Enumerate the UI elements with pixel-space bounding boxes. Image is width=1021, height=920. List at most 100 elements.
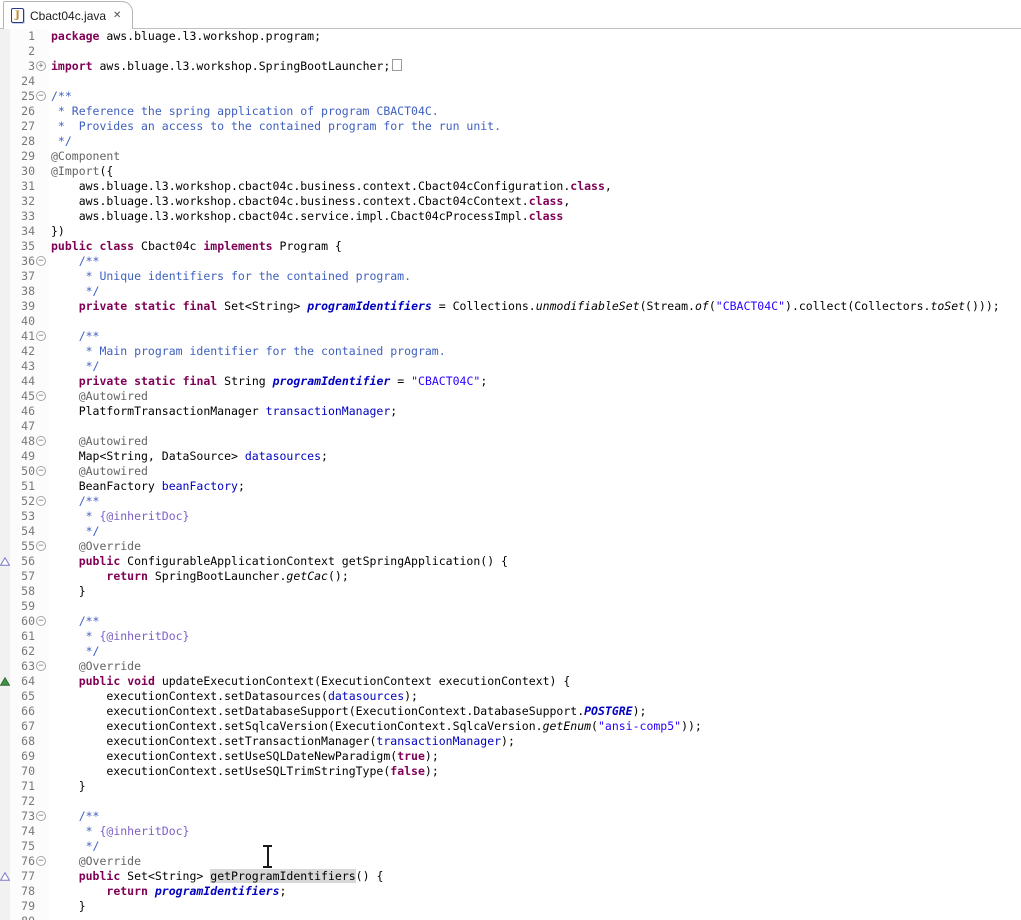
code-line[interactable]: package aws.bluage.l3.workshop.program; bbox=[49, 29, 321, 44]
line-number[interactable]: 54 bbox=[10, 524, 35, 539]
line-number[interactable]: 80 bbox=[10, 914, 35, 920]
code-line[interactable]: aws.bluage.l3.workshop.cbact04c.service.… bbox=[49, 209, 563, 224]
tab-close-icon[interactable]: ✕ bbox=[112, 10, 122, 21]
code-line[interactable]: return SpringBootLauncher.getCac(); bbox=[49, 569, 349, 584]
code-line[interactable]: * Provides an access to the contained pr… bbox=[49, 119, 501, 134]
line-number[interactable]: 29 bbox=[10, 149, 35, 164]
code-line[interactable]: aws.bluage.l3.workshop.cbact04c.business… bbox=[49, 179, 612, 194]
code-line[interactable]: import aws.bluage.l3.workshop.SpringBoot… bbox=[49, 59, 402, 74]
code-line[interactable]: public Set<String> getProgramIdentifiers… bbox=[49, 869, 383, 884]
line-number[interactable]: 36 bbox=[10, 254, 35, 269]
code-line[interactable]: */ bbox=[49, 524, 99, 539]
line-number[interactable]: 34 bbox=[10, 224, 35, 239]
line-number[interactable]: 46 bbox=[10, 404, 35, 419]
line-number[interactable]: 27 bbox=[10, 119, 35, 134]
line-number[interactable]: 65 bbox=[10, 689, 35, 704]
line-number[interactable]: 32 bbox=[10, 194, 35, 209]
line-number[interactable]: 73 bbox=[10, 809, 35, 824]
line-number[interactable]: 56 bbox=[10, 554, 35, 569]
line-number[interactable]: 57 bbox=[10, 569, 35, 584]
fold-collapse-icon[interactable]: − bbox=[36, 466, 46, 476]
line-number[interactable]: 53 bbox=[10, 509, 35, 524]
code-line[interactable]: executionContext.setTransactionManager(t… bbox=[49, 734, 515, 749]
line-number[interactable]: 35 bbox=[10, 239, 35, 254]
code-line[interactable]: /** bbox=[49, 254, 99, 269]
line-number[interactable]: 28 bbox=[10, 134, 35, 149]
fold-collapse-icon[interactable]: − bbox=[36, 91, 46, 101]
line-number[interactable]: 50 bbox=[10, 464, 35, 479]
line-number[interactable]: 3 bbox=[10, 59, 35, 74]
editor[interactable]: 1 package aws.bluage.l3.workshop.program;… bbox=[0, 29, 1021, 920]
code-line[interactable] bbox=[49, 44, 51, 59]
code-line[interactable]: public class Cbact04c implements Program… bbox=[49, 239, 342, 254]
code-line[interactable]: executionContext.setDatabaseSupport(Exec… bbox=[49, 704, 646, 719]
line-number[interactable]: 52 bbox=[10, 494, 35, 509]
fold-collapse-icon[interactable]: − bbox=[36, 331, 46, 341]
code-line[interactable]: @Override bbox=[49, 659, 141, 674]
code-line[interactable] bbox=[49, 599, 51, 614]
code-line[interactable] bbox=[49, 419, 51, 434]
line-number[interactable]: 79 bbox=[10, 899, 35, 914]
line-number[interactable]: 63 bbox=[10, 659, 35, 674]
code-line[interactable]: @Override bbox=[49, 854, 141, 869]
code-line[interactable] bbox=[49, 794, 51, 809]
line-number[interactable]: 51 bbox=[10, 479, 35, 494]
code-line[interactable]: executionContext.setUseSQLTrimStringType… bbox=[49, 764, 439, 779]
line-number[interactable]: 47 bbox=[10, 419, 35, 434]
line-number[interactable]: 59 bbox=[10, 599, 35, 614]
code-line[interactable]: /** bbox=[49, 494, 99, 509]
code-line[interactable]: private static final String programIdent… bbox=[49, 374, 487, 389]
code-line[interactable]: @Autowired bbox=[49, 464, 148, 479]
line-number[interactable]: 44 bbox=[10, 374, 35, 389]
line-number[interactable]: 70 bbox=[10, 764, 35, 779]
line-number[interactable]: 25 bbox=[10, 89, 35, 104]
line-number[interactable]: 72 bbox=[10, 794, 35, 809]
line-number[interactable]: 40 bbox=[10, 314, 35, 329]
line-number[interactable]: 38 bbox=[10, 284, 35, 299]
fold-collapse-icon[interactable]: − bbox=[36, 496, 46, 506]
code-line[interactable]: */ bbox=[49, 359, 99, 374]
code-line[interactable]: return programIdentifiers; bbox=[49, 884, 286, 899]
code-line[interactable]: BeanFactory beanFactory; bbox=[49, 479, 245, 494]
code-line[interactable]: executionContext.setDatasources(datasour… bbox=[49, 689, 418, 704]
code-line[interactable]: * Unique identifiers for the contained p… bbox=[49, 269, 411, 284]
code-line[interactable]: public void updateExecutionContext(Execu… bbox=[49, 674, 570, 689]
line-number[interactable]: 67 bbox=[10, 719, 35, 734]
code-line[interactable]: */ bbox=[49, 134, 72, 149]
line-number[interactable]: 30 bbox=[10, 164, 35, 179]
line-number[interactable]: 26 bbox=[10, 104, 35, 119]
line-number[interactable]: 61 bbox=[10, 629, 35, 644]
code-line[interactable]: @Import({ bbox=[49, 164, 113, 179]
code-line[interactable]: /** bbox=[49, 329, 99, 344]
code-line[interactable] bbox=[49, 74, 51, 89]
code-line[interactable]: private static final Set<String> program… bbox=[49, 299, 1000, 314]
code-line[interactable]: @Autowired bbox=[49, 434, 148, 449]
line-number[interactable]: 76 bbox=[10, 854, 35, 869]
line-number[interactable]: 48 bbox=[10, 434, 35, 449]
line-number[interactable]: 66 bbox=[10, 704, 35, 719]
code-line[interactable]: aws.bluage.l3.workshop.cbact04c.business… bbox=[49, 194, 570, 209]
code-line[interactable]: * Reference the spring application of pr… bbox=[49, 104, 439, 119]
code-line[interactable]: */ bbox=[49, 284, 99, 299]
line-number[interactable]: 41 bbox=[10, 329, 35, 344]
code-line[interactable]: * {@inheritDoc} bbox=[49, 509, 189, 524]
line-number[interactable]: 24 bbox=[10, 74, 35, 89]
line-number[interactable]: 75 bbox=[10, 839, 35, 854]
tab-cbact04c-java[interactable]: J Cbact04c.java ✕ bbox=[3, 1, 133, 29]
line-number[interactable]: 71 bbox=[10, 779, 35, 794]
code-line[interactable]: executionContext.setUseSQLDateNewParadig… bbox=[49, 749, 439, 764]
fold-collapse-icon[interactable]: − bbox=[36, 616, 46, 626]
fold-collapse-icon[interactable]: − bbox=[36, 661, 46, 671]
fold-collapse-icon[interactable]: − bbox=[36, 436, 46, 446]
line-number[interactable]: 1 bbox=[10, 29, 35, 44]
fold-collapse-icon[interactable]: − bbox=[36, 256, 46, 266]
line-number[interactable]: 31 bbox=[10, 179, 35, 194]
line-number[interactable]: 77 bbox=[10, 869, 35, 884]
code-line[interactable]: /** bbox=[49, 614, 99, 629]
fold-collapse-icon[interactable]: − bbox=[36, 391, 46, 401]
code-line[interactable]: /** bbox=[49, 89, 72, 104]
line-number[interactable]: 33 bbox=[10, 209, 35, 224]
line-number[interactable]: 74 bbox=[10, 824, 35, 839]
code-line[interactable]: @Override bbox=[49, 539, 141, 554]
code-line[interactable]: } bbox=[49, 779, 86, 794]
